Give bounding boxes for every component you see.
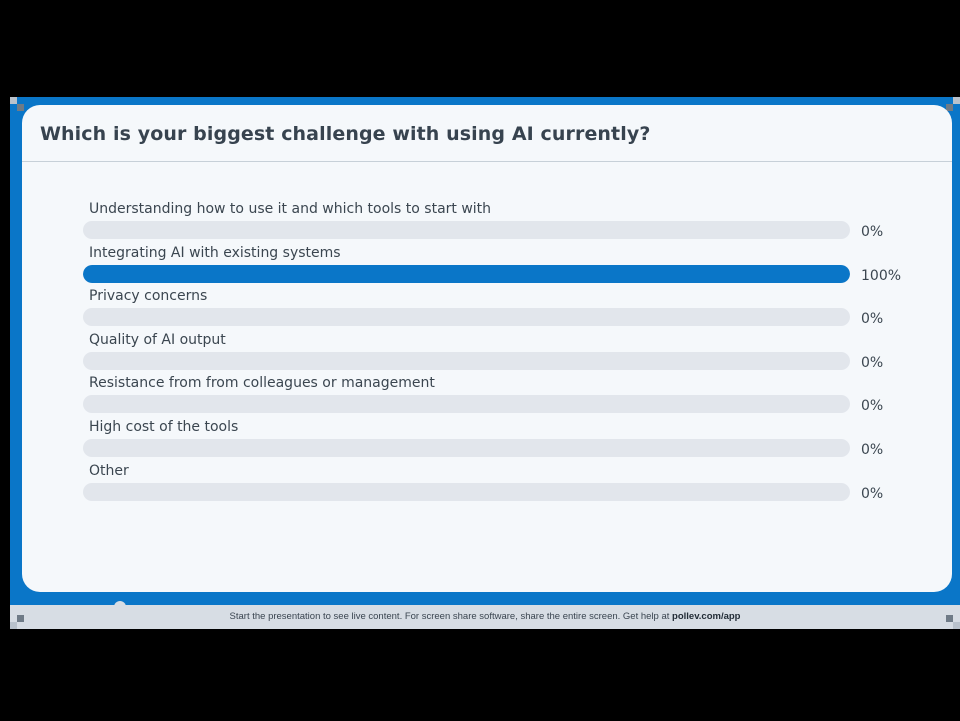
option-percent: 0% — [861, 485, 884, 502]
option-percent: 0% — [861, 311, 884, 328]
option-bar-track — [83, 264, 850, 283]
poll-option: Resistance from from colleagues or manag… — [83, 375, 913, 419]
option-percent: 100% — [861, 267, 902, 284]
poll-option: Integrating AI with existing systems 100… — [83, 245, 913, 289]
option-label: Privacy concerns — [89, 288, 208, 305]
poll-card: Which is your biggest challenge with usi… — [22, 105, 952, 592]
option-label: High cost of the tools — [89, 418, 239, 435]
corner-marker-top-right — [946, 97, 960, 111]
help-link[interactable]: pollev.com/app — [672, 611, 740, 622]
option-label: Resistance from from colleagues or manag… — [89, 375, 435, 392]
footer-bar: Start the presentation to see live conte… — [10, 605, 960, 629]
poll-option: Understanding how to use it and which to… — [83, 201, 913, 245]
option-label: Other — [89, 462, 129, 479]
option-bar-fill — [83, 264, 850, 283]
option-label: Understanding how to use it and which to… — [89, 201, 492, 217]
poll-options: Understanding how to use it and which to… — [83, 201, 913, 506]
corner-marker-top-left — [10, 97, 24, 111]
poll-option: High cost of the tools 0% — [83, 419, 913, 463]
option-bar-track — [83, 438, 850, 457]
option-bar-track — [83, 351, 850, 370]
corner-marker-bottom-left — [10, 615, 24, 629]
question-divider — [22, 161, 952, 162]
option-percent: 0% — [861, 224, 884, 240]
footer-message: Start the presentation to see live conte… — [229, 611, 673, 622]
option-label: Quality of AI output — [89, 331, 226, 348]
option-bar-track — [83, 395, 850, 414]
presentation-frame: Which is your biggest challenge with usi… — [10, 97, 960, 629]
option-bar-track — [83, 308, 850, 327]
option-percent: 0% — [861, 441, 884, 458]
option-percent: 0% — [861, 354, 884, 371]
option-bar-track — [83, 221, 850, 239]
poll-option: Quality of AI output 0% — [83, 332, 913, 376]
poll-option: Other 0% — [83, 463, 913, 507]
poll-option: Privacy concerns 0% — [83, 288, 913, 332]
poll-question: Which is your biggest challenge with usi… — [40, 123, 651, 145]
option-bar-track — [83, 482, 850, 501]
corner-marker-bottom-right — [946, 615, 960, 629]
option-label: Integrating AI with existing systems — [89, 244, 341, 261]
option-percent: 0% — [861, 398, 884, 415]
